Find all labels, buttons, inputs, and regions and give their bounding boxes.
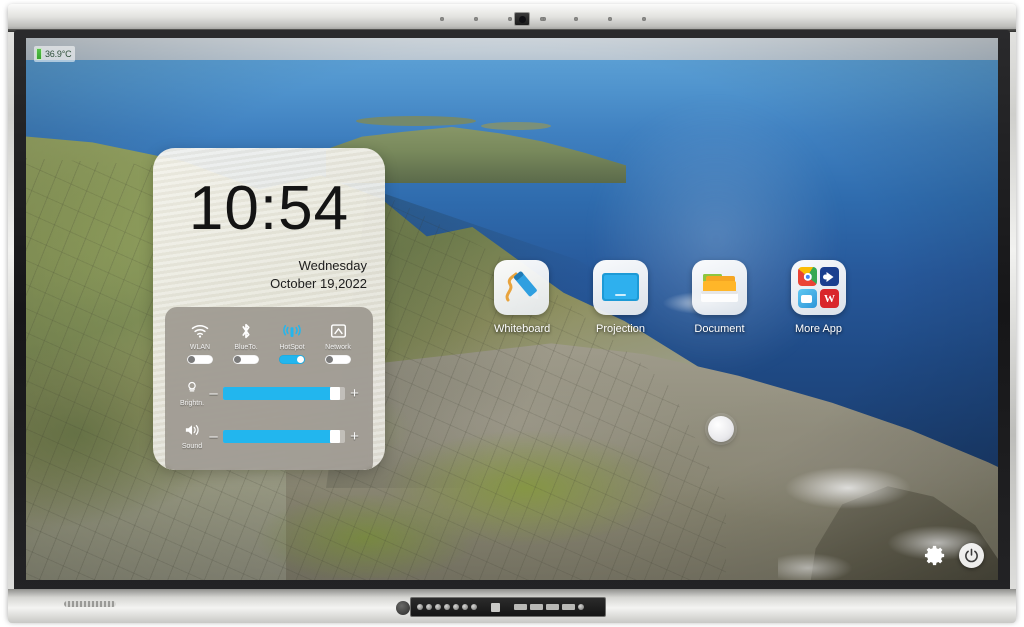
- front-port-panel: [410, 597, 606, 617]
- volume-icon: Sound: [177, 423, 207, 450]
- camera-app-icon: [798, 289, 817, 308]
- toggle-hotspot[interactable]: HotSpot: [270, 321, 314, 364]
- front-button[interactable]: [471, 604, 477, 610]
- interactive-display-device: 36.9°C 10:54 Wednesday October 19,2022 W…: [0, 0, 1024, 627]
- app-document[interactable]: Document: [692, 260, 747, 335]
- hdmi-port: [530, 604, 543, 610]
- quick-toggle-row: WLAN BlueTo. HotSpot Network: [177, 321, 361, 364]
- brightness-slider-row[interactable]: Brightn. – +: [177, 380, 361, 407]
- temperature-value: 36.9°C: [45, 49, 72, 59]
- quick-settings-panel: WLAN BlueTo. HotSpot Network Brightn. – …: [165, 307, 373, 470]
- brightness-minus-button[interactable]: –: [207, 386, 220, 401]
- clock-control-widget: 10:54 Wednesday October 19,2022 WLAN Blu…: [153, 148, 385, 470]
- front-button[interactable]: [417, 604, 423, 610]
- wifi-icon: [178, 321, 222, 341]
- brightness-plus-button[interactable]: +: [348, 386, 361, 401]
- toggle-bluetooth-switch[interactable]: [233, 355, 259, 364]
- sound-slider-row[interactable]: Sound – +: [177, 423, 361, 450]
- bluetooth-icon: [224, 321, 268, 341]
- toggle-wlan-label: WLAN: [189, 344, 211, 351]
- wps-writer-icon: [820, 289, 839, 308]
- more-app-grid-icon[interactable]: [791, 260, 846, 315]
- usb-port: [546, 604, 559, 610]
- screen-content: 36.9°C 10:54 Wednesday October 19,2022 W…: [26, 38, 998, 580]
- app-more-app[interactable]: More App: [791, 260, 846, 335]
- brightness-track[interactable]: [223, 387, 345, 400]
- toggle-bluetooth[interactable]: BlueTo.: [224, 321, 268, 364]
- sound-minus-button[interactable]: –: [207, 429, 220, 444]
- clock-weekday: Wednesday: [298, 258, 367, 273]
- app-more-app-label: More App: [794, 323, 843, 335]
- microphone-array-icon: [440, 17, 546, 21]
- hdmi-port: [514, 604, 527, 610]
- sound-label: Sound: [181, 443, 203, 450]
- toggle-network[interactable]: Network: [316, 321, 360, 364]
- toggle-network-label: Network: [325, 344, 351, 351]
- app-whiteboard[interactable]: Whiteboard: [494, 260, 551, 335]
- brightness-icon: Brightn.: [177, 380, 207, 407]
- chrome-icon: [798, 267, 817, 286]
- gear-icon[interactable]: [924, 544, 947, 567]
- document-folder-icon[interactable]: [692, 260, 747, 315]
- usb-port: [491, 602, 500, 612]
- front-button[interactable]: [453, 604, 459, 610]
- toggle-network-switch[interactable]: [325, 355, 351, 364]
- video-player-icon: [820, 267, 839, 286]
- status-badge: 36.9°C: [34, 46, 76, 62]
- power-led: [578, 604, 584, 610]
- microphone-array-icon-right: [540, 17, 646, 21]
- clock-date: October 19,2022: [270, 276, 367, 291]
- hotspot-icon: [270, 321, 314, 341]
- ir-sensor-icon: [396, 601, 410, 615]
- app-projection-label: Projection: [596, 323, 645, 335]
- front-button[interactable]: [435, 604, 441, 610]
- whiteboard-icon[interactable]: [494, 260, 549, 315]
- app-projection[interactable]: Projection: [593, 260, 648, 335]
- floating-home-button[interactable]: [708, 416, 734, 442]
- system-icon-bar: [924, 543, 984, 568]
- sound-plus-button[interactable]: +: [348, 429, 361, 444]
- toggle-wlan-switch[interactable]: [187, 355, 213, 364]
- toggle-hotspot-label: HotSpot: [279, 344, 305, 351]
- projection-icon[interactable]: [593, 260, 648, 315]
- power-icon[interactable]: [959, 543, 984, 568]
- top-bezel: [8, 4, 1016, 32]
- usb-port: [562, 604, 575, 610]
- ethernet-icon: [316, 321, 360, 341]
- toggle-hotspot-switch[interactable]: [279, 355, 305, 364]
- brightness-label: Brightn.: [179, 400, 205, 407]
- toggle-bluetooth-label: BlueTo.: [234, 344, 258, 351]
- camera-module-icon: [514, 12, 530, 26]
- front-button[interactable]: [444, 604, 450, 610]
- clock-time: 10:54: [188, 174, 350, 243]
- thermometer-icon: [36, 48, 42, 60]
- toggle-wlan[interactable]: WLAN: [178, 321, 222, 364]
- front-button[interactable]: [426, 604, 432, 610]
- app-document-label: Document: [694, 323, 745, 335]
- app-whiteboard-label: Whiteboard: [494, 323, 551, 335]
- speaker-grille: [64, 601, 116, 607]
- front-button[interactable]: [462, 604, 468, 610]
- app-dock: Whiteboard Projection Document W More Ap…: [494, 260, 846, 335]
- sound-track[interactable]: [223, 430, 345, 443]
